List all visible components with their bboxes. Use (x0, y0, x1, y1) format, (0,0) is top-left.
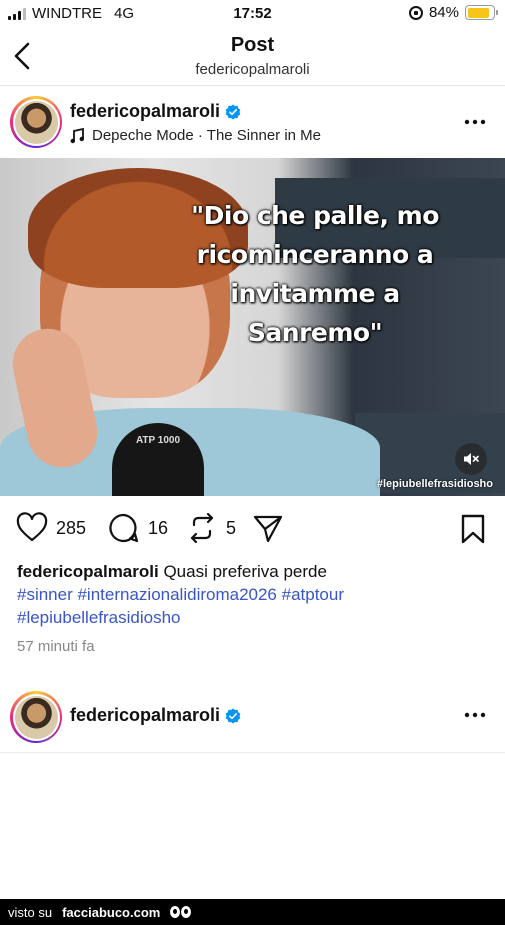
footer-prefix: visto su (8, 904, 53, 920)
avatar-image (14, 100, 58, 144)
post-timestamp: 57 minuti fa (17, 638, 95, 655)
status-right: 84% (408, 4, 498, 21)
orientation-lock-icon (408, 5, 423, 20)
status-bar: WINDTRE 4G 17:52 84% (0, 0, 505, 28)
repost-icon[interactable] (186, 512, 218, 544)
eyes-logo-icon (170, 906, 192, 918)
repost-count: 5 (226, 517, 237, 538)
comment-count: 16 (148, 517, 169, 538)
bookmark-icon[interactable] (459, 514, 487, 544)
overlay-line: Sanremo" (247, 318, 383, 347)
post-actions: 285 16 5 (0, 506, 505, 552)
heart-icon[interactable] (16, 512, 48, 544)
caption-hashtags[interactable]: #sinner #internazionalidiroma2026 #atpto… (17, 583, 492, 629)
post-header: federicopalmaroli Depeche Mode · The Sin… (0, 86, 505, 158)
send-icon[interactable] (252, 512, 284, 544)
battery-fill (467, 7, 489, 18)
music-label[interactable]: Depeche Mode · The Sinner in Me (92, 127, 321, 144)
page-subtitle: federicopalmaroli (195, 61, 310, 78)
image-watermark: #lepiubellefrasidiosho (376, 478, 493, 490)
overlay-line: "Dio che palle, mo (191, 201, 439, 230)
mute-button[interactable] (455, 443, 487, 475)
next-post-author[interactable]: federicopalmaroli (70, 705, 241, 726)
overlay-line: ricominceranno a (196, 240, 434, 269)
more-options-icon[interactable] (463, 705, 487, 725)
battery-icon (465, 5, 498, 20)
avatar-image (14, 695, 58, 739)
post-image[interactable]: ATP 1000 "Dio che palle, mo ricominceran… (0, 158, 505, 496)
post-caption: federicopalmaroli Quasi preferiva perde … (17, 560, 492, 629)
mic-logo: ATP 1000 (135, 435, 181, 446)
more-options-icon[interactable] (463, 112, 487, 132)
overlay-line: invitamme a (230, 279, 400, 308)
avatar[interactable] (10, 691, 62, 743)
post-author[interactable]: federicopalmaroli (70, 101, 241, 122)
caption-text: Quasi preferiva perde (163, 562, 327, 581)
footer-site[interactable]: facciabuco.com (62, 905, 160, 920)
music-track[interactable]: Depeche Mode · The Sinner in Me (70, 127, 321, 144)
music-note-icon (70, 127, 84, 143)
like-count: 285 (56, 517, 87, 538)
next-post-header: federicopalmaroli (0, 685, 505, 753)
comment-action[interactable]: 16 (108, 512, 168, 544)
like-action[interactable]: 285 (16, 512, 86, 544)
avatar[interactable] (10, 96, 62, 148)
verified-badge-icon (225, 104, 241, 119)
site-footer: visto su facciabuco.com (0, 899, 505, 925)
overlay-quote: "Dio che palle, mo ricominceranno a invi… (185, 196, 445, 352)
repost-action[interactable]: 5 (186, 512, 236, 544)
share-action[interactable] (252, 512, 284, 544)
speaker-muted-icon (464, 453, 479, 465)
battery-percent: 84% (428, 4, 459, 21)
username-label[interactable]: federicopalmaroli (70, 101, 220, 122)
username-label[interactable]: federicopalmaroli (70, 705, 220, 726)
page-title: Post (230, 34, 275, 56)
page-header: Post federicopalmaroli (0, 28, 505, 86)
caption-username[interactable]: federicopalmaroli (17, 562, 159, 581)
comment-icon[interactable] (108, 512, 140, 544)
verified-badge-icon (225, 708, 241, 723)
